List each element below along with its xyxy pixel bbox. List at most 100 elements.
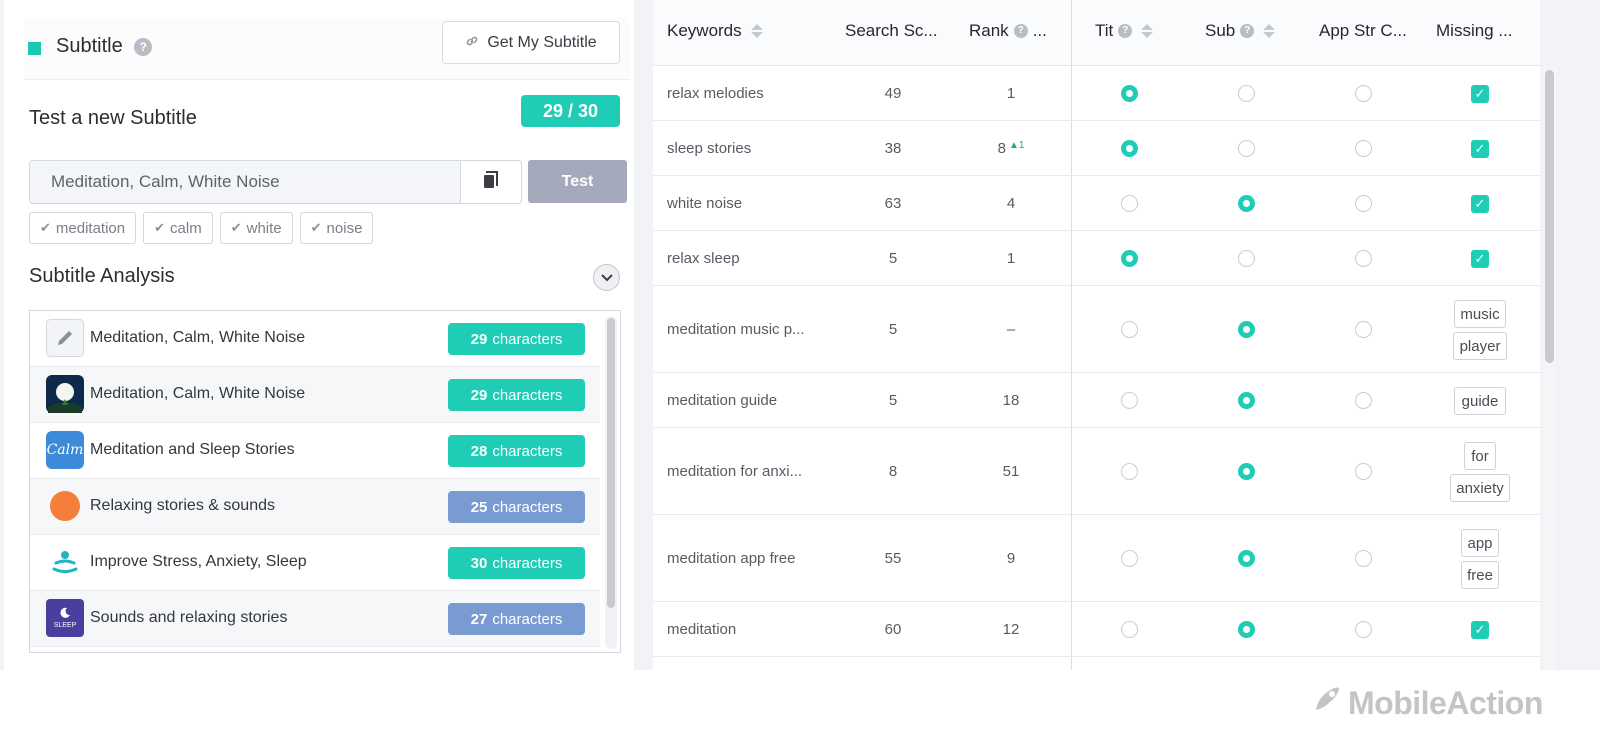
subtitle-radio[interactable]	[1238, 550, 1255, 567]
subtitle-radio[interactable]	[1238, 140, 1255, 157]
rank-cell: –	[971, 321, 1051, 338]
title-radio[interactable]	[1121, 621, 1138, 638]
app-store-radio[interactable]	[1355, 195, 1372, 212]
subtitle-radio[interactable]	[1238, 195, 1255, 212]
title-radio[interactable]	[1121, 195, 1138, 212]
analysis-text: Sounds and relaxing stories	[90, 609, 288, 626]
table-row[interactable]: meditation app free 55 9 app free	[653, 515, 1540, 602]
keyword-tag[interactable]: ✔ white	[219, 212, 293, 244]
missing-keyword-tag[interactable]: anxiety	[1450, 474, 1510, 502]
app-store-radio[interactable]	[1355, 550, 1372, 567]
section-marker	[28, 42, 41, 55]
header-title[interactable]: Tit?	[1095, 21, 1154, 41]
scrollbar-thumb[interactable]	[1545, 70, 1554, 363]
table-row[interactable]: meditation for anxi... 8 51 for anxiety	[653, 428, 1540, 515]
help-icon[interactable]: ?	[1013, 24, 1028, 38]
help-icon[interactable]: ?	[134, 37, 153, 56]
keyword-tag[interactable]: ✔ noise	[299, 212, 374, 244]
app-store-radio[interactable]	[1355, 463, 1372, 480]
app-store-radio[interactable]	[1355, 392, 1372, 409]
header-missing[interactable]: Missing ...	[1436, 21, 1513, 41]
app-store-radio[interactable]	[1355, 140, 1372, 157]
link-icon	[465, 34, 479, 52]
missing-keyword-tag[interactable]: music	[1454, 300, 1506, 328]
header-keywords[interactable]: Keywords	[667, 21, 763, 41]
keyword-cell: meditation music p...	[667, 321, 805, 338]
rank-value: 12	[1002, 621, 1020, 638]
copy-button[interactable]	[460, 161, 521, 203]
character-count-badge: 27 characters	[448, 603, 585, 635]
keyword-tag-label: meditation	[55, 219, 126, 237]
missing-keyword-tag[interactable]: app	[1461, 529, 1499, 557]
header-missing-label: Missing ...	[1436, 21, 1513, 40]
app-store-radio[interactable]	[1355, 321, 1372, 338]
header-app-store[interactable]: App Str C...	[1319, 21, 1407, 41]
header-keywords-label: Keywords	[667, 21, 742, 40]
rank-value: 18	[1002, 392, 1020, 409]
keyword-cell: meditation	[667, 621, 737, 638]
header-search-score[interactable]: Search Sc...	[845, 21, 938, 41]
get-my-subtitle-button[interactable]: Get My Subtitle	[442, 21, 620, 64]
character-count-badge: 25 characters	[448, 491, 585, 523]
character-unit: characters	[492, 386, 563, 404]
rank-value: 8	[997, 140, 1006, 157]
help-icon[interactable]: ?	[1118, 24, 1133, 38]
subtitle-radio[interactable]	[1238, 250, 1255, 267]
character-count-badge: 28 characters	[448, 435, 585, 467]
header-rank[interactable]: Rank?...	[969, 21, 1047, 41]
search-score-cell: 63	[884, 195, 902, 212]
keyword-cell: meditation app free	[667, 550, 796, 567]
subtitle-input[interactable]	[30, 161, 462, 203]
table-row[interactable]: relax melodies 49 1 ✓	[653, 66, 1540, 121]
header-subtitle[interactable]: Sub?	[1205, 21, 1276, 41]
app-store-radio[interactable]	[1355, 85, 1372, 102]
subtitle-radio[interactable]	[1238, 463, 1255, 480]
app-store-radio[interactable]	[1355, 250, 1372, 267]
title-radio[interactable]	[1121, 321, 1138, 338]
subtitle-panel: Subtitle ? Get My Subtitle Test a new Su…	[4, 0, 634, 670]
search-score-cell: 8	[888, 463, 898, 480]
subtitle-radio[interactable]	[1238, 392, 1255, 409]
title-radio[interactable]	[1121, 85, 1138, 102]
collapse-button[interactable]	[593, 264, 620, 291]
analysis-scrollbar[interactable]	[605, 316, 617, 649]
scrollbar-thumb[interactable]	[607, 318, 615, 608]
title-radio[interactable]	[1121, 250, 1138, 267]
keyword-tag[interactable]: ✔ meditation	[29, 212, 137, 244]
keyword-cell: sleep stories	[667, 140, 752, 157]
copy-icon	[483, 170, 499, 194]
pencil-icon[interactable]	[46, 319, 84, 357]
table-row[interactable]: meditation 60 12 ✓	[653, 602, 1540, 657]
table-row[interactable]: white noise 63 4 ✓	[653, 176, 1540, 231]
app-store-radio[interactable]	[1355, 621, 1372, 638]
title-radio[interactable]	[1121, 140, 1138, 157]
missing-keyword-tag[interactable]: guide	[1454, 387, 1506, 415]
title-radio[interactable]	[1121, 463, 1138, 480]
title-radio[interactable]	[1121, 392, 1138, 409]
search-score-cell: 55	[884, 550, 902, 567]
keyword-tag-label: calm	[170, 219, 202, 237]
table-row[interactable]	[653, 657, 1540, 670]
character-count-badge: 30 characters	[448, 547, 585, 579]
subtitle-analysis-list: Meditation, Calm, White Noise 29 characte…	[29, 310, 621, 653]
table-row[interactable]: relax sleep 5 1 ✓	[653, 231, 1540, 286]
subtitle-radio[interactable]	[1238, 85, 1255, 102]
missing-keyword-tag[interactable]: free	[1461, 561, 1499, 589]
character-unit: characters	[492, 498, 563, 516]
subtitle-radio[interactable]	[1238, 621, 1255, 638]
rank-cell: 18	[971, 392, 1051, 409]
test-button[interactable]: Test	[528, 160, 627, 203]
missing-keyword-tag[interactable]: for	[1464, 442, 1496, 470]
table-row[interactable]: meditation guide 5 18 guide	[653, 373, 1540, 428]
rank-change-indicator: ▲1	[1008, 140, 1025, 151]
missing-check-icon: ✓	[1471, 621, 1489, 639]
table-scrollbar[interactable]	[1543, 67, 1556, 670]
table-row[interactable]: meditation music p... 5 – music player	[653, 286, 1540, 373]
keyword-tag[interactable]: ✔ calm	[143, 212, 213, 244]
subtitle-radio[interactable]	[1238, 321, 1255, 338]
title-radio[interactable]	[1121, 550, 1138, 567]
help-icon[interactable]: ?	[1240, 24, 1255, 38]
header-search-score-label: Search Sc...	[845, 21, 938, 40]
missing-keyword-tag[interactable]: player	[1453, 332, 1507, 360]
table-row[interactable]: sleep stories 38 8 ▲1 ✓	[653, 121, 1540, 176]
